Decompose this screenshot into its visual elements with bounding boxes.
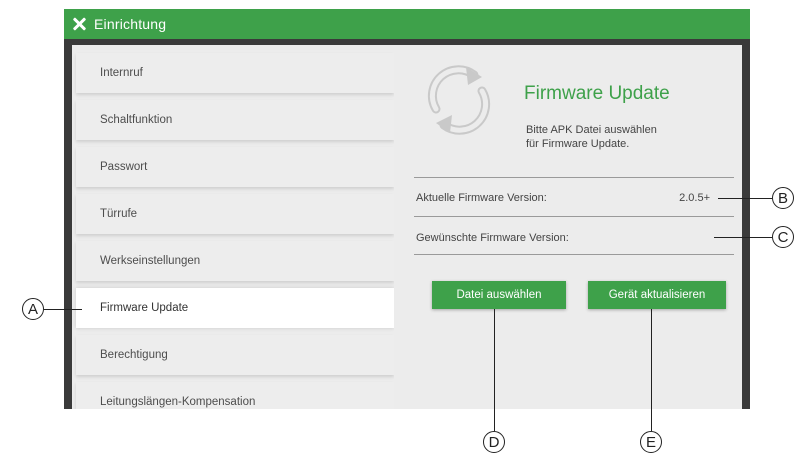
divider <box>414 254 734 255</box>
close-icon[interactable] <box>72 17 86 31</box>
sidebar-item-tuerrufe[interactable]: Türrufe <box>76 194 394 234</box>
sidebar-item-leitungslaengen-kompensation[interactable]: Leitungslängen-Kompensation <box>76 382 394 409</box>
sidebar-item-label: Leitungslängen-Kompensation <box>100 396 256 408</box>
callout-e: E <box>640 431 662 453</box>
sidebar-item-firmware-update[interactable]: Firmware Update <box>76 288 394 328</box>
update-device-button[interactable]: Gerät aktualisieren <box>588 281 726 309</box>
callout-c-line <box>714 237 772 238</box>
divider <box>414 216 734 217</box>
callout-d-line <box>494 309 495 431</box>
current-version-value: 2.0.5+ <box>679 192 710 204</box>
sidebar-item-label: Türrufe <box>100 208 138 220</box>
callout-b-line <box>718 198 772 199</box>
callout-d: D <box>483 431 505 453</box>
desired-version-label: Gewünschte Firmware Version: <box>416 232 569 244</box>
sidebar-item-berechtigung[interactable]: Berechtigung <box>76 335 394 375</box>
callout-c: C <box>772 226 794 248</box>
divider <box>414 177 734 178</box>
sidebar-item-label: Internruf <box>100 67 143 79</box>
device-screen: Einrichtung Internruf Schaltfunktion Pas… <box>64 9 750 409</box>
sidebar-item-werkseinstellungen[interactable]: Werkseinstellungen <box>76 241 394 281</box>
sidebar-item-internruf[interactable]: Internruf <box>76 53 394 93</box>
select-file-button[interactable]: Datei auswählen <box>432 281 566 309</box>
sidebar-item-label: Passwort <box>100 161 148 173</box>
content-area: Internruf Schaltfunktion Passwort Türruf… <box>72 45 742 409</box>
settings-sidebar: Internruf Schaltfunktion Passwort Türruf… <box>72 45 394 409</box>
title-bar: Einrichtung <box>64 9 750 39</box>
callout-a-line <box>44 309 82 310</box>
sidebar-item-passwort[interactable]: Passwort <box>76 147 394 187</box>
sidebar-item-label: Berechtigung <box>100 349 168 361</box>
panel-description: Bitte APK Datei auswählen für Firmware U… <box>526 123 657 151</box>
firmware-update-panel: Firmware Update Bitte APK Datei auswähle… <box>398 45 742 409</box>
callout-e-line <box>651 309 652 431</box>
callout-b: B <box>772 187 794 209</box>
description-line-2: für Firmware Update. <box>526 138 630 150</box>
sidebar-item-label: Werkseinstellungen <box>100 255 201 267</box>
window-title: Einrichtung <box>94 16 167 32</box>
panel-title: Firmware Update <box>524 83 670 104</box>
sidebar-item-label: Firmware Update <box>100 302 189 314</box>
description-line-1: Bitte APK Datei auswählen <box>526 124 657 136</box>
callout-a: A <box>22 298 44 320</box>
firmware-update-icon <box>427 65 491 135</box>
current-version-label: Aktuelle Firmware Version: <box>416 192 547 204</box>
sidebar-item-label: Schaltfunktion <box>100 114 173 126</box>
sidebar-item-schaltfunktion[interactable]: Schaltfunktion <box>76 100 394 140</box>
